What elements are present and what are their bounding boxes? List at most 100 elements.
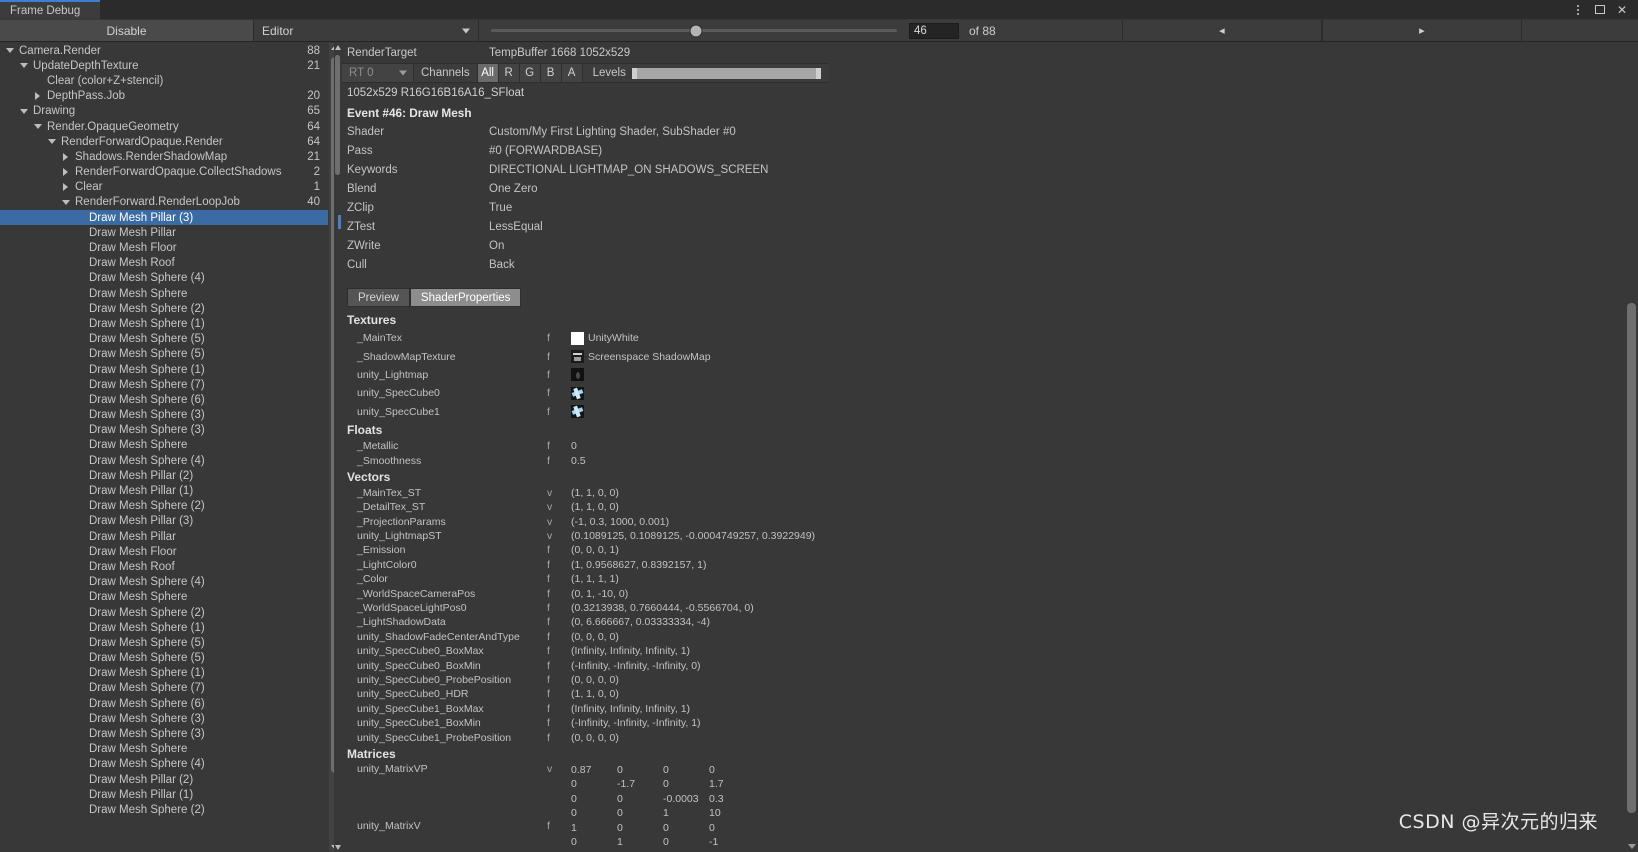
tree-row[interactable]: Draw Mesh Sphere (7) [0,681,328,696]
tree-row[interactable]: Draw Mesh Sphere (2) [0,802,328,817]
chevron-right-icon[interactable] [60,152,71,161]
tree-row[interactable]: Draw Mesh Sphere (5) [0,635,328,650]
channel-button-b[interactable]: B [539,64,561,82]
tree-row[interactable]: Draw Mesh Sphere (5) [0,332,328,347]
chevron-down-icon[interactable] [4,48,15,54]
chevron-right-icon[interactable] [60,168,71,177]
matrix-value-cell: -1 [709,835,719,848]
tree-row[interactable]: Draw Mesh Floor [0,240,328,255]
levels-handle-min[interactable] [631,67,637,79]
tree-row[interactable]: Draw Mesh Sphere (4) [0,575,328,590]
tree-row[interactable]: Draw Mesh Sphere (1) [0,666,328,681]
tree-row[interactable]: RenderForwardOpaque.Render 64 [0,134,328,149]
tree-row[interactable]: Draw Mesh Sphere (3) [0,711,328,726]
tree-row[interactable]: Camera.Render 88 [0,43,328,58]
tree-row[interactable]: Draw Mesh Sphere (2) [0,499,328,514]
detail-scrollbar-right-thumb[interactable] [1627,303,1636,813]
levels-slider-track[interactable] [631,67,821,79]
chevron-down-icon[interactable] [46,139,57,145]
tree-row[interactable]: UpdateDepthTexture 21 [0,58,328,73]
kebab-menu-icon[interactable] [1568,0,1588,19]
tree-row[interactable]: Draw Mesh Sphere (4) [0,757,328,772]
tree-row[interactable]: Draw Mesh Sphere (5) [0,651,328,666]
texture-property-type: f [547,332,550,345]
event-property-key: Keywords [347,163,398,176]
tree-row[interactable]: Draw Mesh Pillar (1) [0,483,328,498]
event-index-input[interactable]: 46 [909,22,959,39]
tree-row[interactable]: Draw Mesh Pillar (1) [0,787,328,802]
event-slider-knob[interactable] [689,24,703,37]
tree-row[interactable]: Draw Mesh Floor [0,544,328,559]
context-dropdown[interactable]: Editor [254,20,479,41]
event-slider[interactable] [479,20,909,41]
tree-row[interactable]: Draw Mesh Pillar [0,529,328,544]
texture-thumbnail-icon [571,350,584,364]
tree-row[interactable]: Draw Mesh Sphere (4) [0,271,328,286]
tree-row[interactable]: Clear (color+Z+stencil) [0,73,328,88]
event-slider-track[interactable] [491,24,897,37]
tree-row[interactable]: Draw Mesh Roof [0,559,328,574]
tree-row[interactable]: Draw Mesh Sphere [0,286,328,301]
tree-row[interactable]: Draw Mesh Pillar (3) [0,514,328,529]
tree-row[interactable]: Drawing 65 [0,104,328,119]
tree-row[interactable]: Draw Mesh Sphere [0,438,328,453]
tree-row[interactable]: Draw Mesh Sphere (2) [0,301,328,316]
chevron-down-icon[interactable] [18,63,29,69]
tree-row[interactable]: Draw Mesh Sphere (6) [0,696,328,711]
detail-scrollbar-right[interactable] [1625,43,1638,852]
tab-preview[interactable]: Preview [347,288,410,307]
maximize-icon[interactable] [1590,0,1610,19]
tree-row[interactable]: RenderForwardOpaque.CollectShadows 2 [0,165,328,180]
tree-row[interactable]: Draw Mesh Roof [0,256,328,271]
tree-row[interactable]: Draw Mesh Sphere (1) [0,362,328,377]
tree-row[interactable]: Draw Mesh Sphere (2) [0,605,328,620]
tree-row[interactable]: Draw Mesh Sphere (3) [0,408,328,423]
tree-row[interactable]: Draw Mesh Sphere (5) [0,347,328,362]
tree-row[interactable]: Render.OpaqueGeometry 64 [0,119,328,134]
frame-event-tree[interactable]: Camera.Render 88 UpdateDepthTexture 21 Clear… [0,43,328,852]
detail-scroll-down-icon[interactable] [334,845,341,850]
detail-scrollbar-thumb[interactable] [335,55,340,175]
chevron-down-icon[interactable] [32,124,43,130]
tree-row[interactable]: Draw Mesh Sphere (6) [0,392,328,407]
tree-row[interactable]: Draw Mesh Sphere (1) [0,620,328,635]
rt-select-dropdown[interactable]: RT 0 [342,64,414,82]
levels-control[interactable]: Levels [581,64,829,82]
chevron-right-icon[interactable] [60,183,71,192]
tree-row[interactable]: Draw Mesh Pillar (3) [0,210,328,226]
levels-handle-max[interactable] [816,67,821,79]
tree-row[interactable]: RenderForward.RenderLoopJob 40 [0,195,328,210]
disable-button[interactable]: Disable [0,20,254,41]
chevron-right-icon[interactable] [32,92,43,101]
tab-frame-debug[interactable]: Frame Debug [0,0,100,19]
chevron-down-icon[interactable] [60,199,71,205]
channel-button-all[interactable]: All [476,64,498,82]
tree-row[interactable]: Clear 1 [0,180,328,195]
tree-row[interactable]: Draw Mesh Pillar (2) [0,468,328,483]
tree-row[interactable]: Draw Mesh Sphere (1) [0,316,328,331]
tree-row[interactable]: Draw Mesh Sphere [0,590,328,605]
channel-button-g[interactable]: G [518,64,540,82]
prev-event-button[interactable]: ◂ [1121,20,1322,41]
tree-row[interactable]: Draw Mesh Sphere [0,742,328,757]
tree-row[interactable]: Draw Mesh Sphere (4) [0,453,328,468]
tree-row[interactable]: Shadows.RenderShadowMap 21 [0,149,328,164]
tree-row[interactable]: Draw Mesh Sphere (3) [0,423,328,438]
detail-scroll-up-icon[interactable] [334,45,341,50]
tree-row[interactable]: Draw Mesh Sphere (3) [0,726,328,741]
tab-shader-properties[interactable]: ShaderProperties [409,288,522,307]
channel-button-a[interactable]: A [560,64,582,82]
channel-button-a-label: A [567,67,576,79]
detail-scroll-down-right-icon[interactable] [1627,844,1636,849]
texture-property-type: f [547,350,550,363]
next-event-button[interactable]: ▸ [1321,20,1522,41]
channel-button-r[interactable]: R [497,64,519,82]
detail-scrollbar-left[interactable] [334,43,341,852]
vectors-property-value: (-Infinity, -Infinity, -Infinity, 0) [571,659,701,672]
close-icon[interactable]: ✕ [1612,0,1632,19]
tree-row[interactable]: Draw Mesh Pillar (2) [0,772,328,787]
tree-row[interactable]: DepthPass.Job 20 [0,89,328,104]
tree-row[interactable]: Draw Mesh Sphere (7) [0,377,328,392]
chevron-down-icon[interactable] [18,108,29,114]
tree-row[interactable]: Draw Mesh Pillar [0,225,328,240]
